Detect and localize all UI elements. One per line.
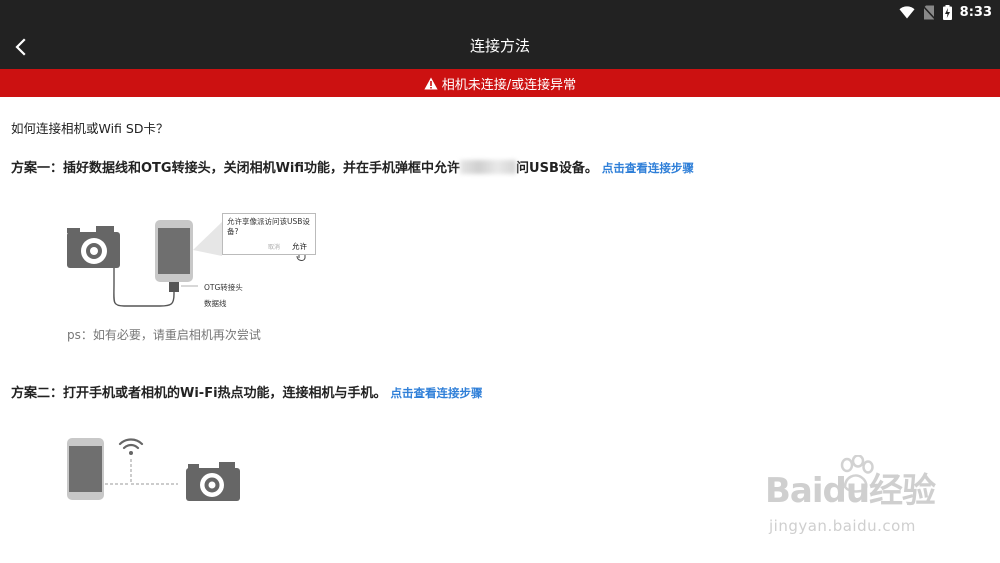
plan-one-text: 方案一：插好数据线和OTG转接头，关闭相机Wifi功能，并在手机弹框中允许 问US… (11, 157, 694, 176)
status-icons: 8:33 (899, 2, 992, 22)
battery-charging-icon (942, 4, 952, 20)
plan-two-text: 方案二：打开手机或者相机的Wi-Fi热点功能，连接相机与手机。 点击查看连接步骤 (11, 382, 483, 401)
plan-one-instructions-end: 问USB设备。 (516, 161, 598, 176)
status-bar: 8:33 (0, 0, 1000, 24)
cable-label: 数据线 (204, 299, 227, 308)
camera-icon (67, 226, 120, 268)
watermark-logo-text: Baidu经验 (765, 471, 936, 511)
dialog-cancel-label: 取消 (268, 244, 281, 251)
plan-one-steps-link[interactable]: 点击查看连接步骤 (602, 161, 694, 175)
no-sim-icon (922, 4, 935, 20)
warning-icon (424, 77, 438, 89)
page-title: 连接方法 (469, 37, 530, 55)
plan-one-instructions: 方案一：插好数据线和OTG转接头，关闭相机Wifi功能，并在手机弹框中允许 (11, 161, 461, 176)
wifi-signal-icon (118, 438, 144, 450)
plan-two-instructions: 方案二：打开手机或者相机的Wi-Fi热点功能，连接相机与手机。 (11, 386, 387, 401)
wifi-icon (899, 5, 915, 18)
question-heading: 如何连接相机或Wifi SD卡？ (11, 121, 169, 136)
camera-icon (186, 462, 240, 501)
baidu-watermark: Baidu经验 jingyan.baidu.com (765, 455, 950, 550)
otg-label: OTG转接头 (204, 283, 243, 292)
dialog-message: 允许享像派访问该USB设备? (227, 217, 310, 236)
app-bar: 连接方法 (0, 24, 1000, 69)
phone-icon (67, 438, 104, 500)
blurred-app-name (460, 160, 517, 174)
restart-note: ps：如有必要，请重启相机再次尝试 (67, 328, 261, 342)
status-time: 8:33 (959, 4, 992, 20)
otg-adapter-icon (169, 282, 179, 292)
plan-two-steps-link[interactable]: 点击查看连接步骤 (391, 386, 483, 400)
watermark-url: jingyan.baidu.com (769, 517, 916, 535)
wifi-connection-illustration (67, 438, 240, 501)
dialog-allow-label: 允许 (292, 242, 307, 251)
phone-icon (155, 220, 193, 282)
alert-text: 相机未连接/或连接异常 (441, 77, 577, 93)
usb-permission-dialog: 允许享像派访问该USB设备? 取消 允许 (222, 213, 316, 255)
connection-alert-bar: 相机未连接/或连接异常 (0, 69, 1000, 97)
